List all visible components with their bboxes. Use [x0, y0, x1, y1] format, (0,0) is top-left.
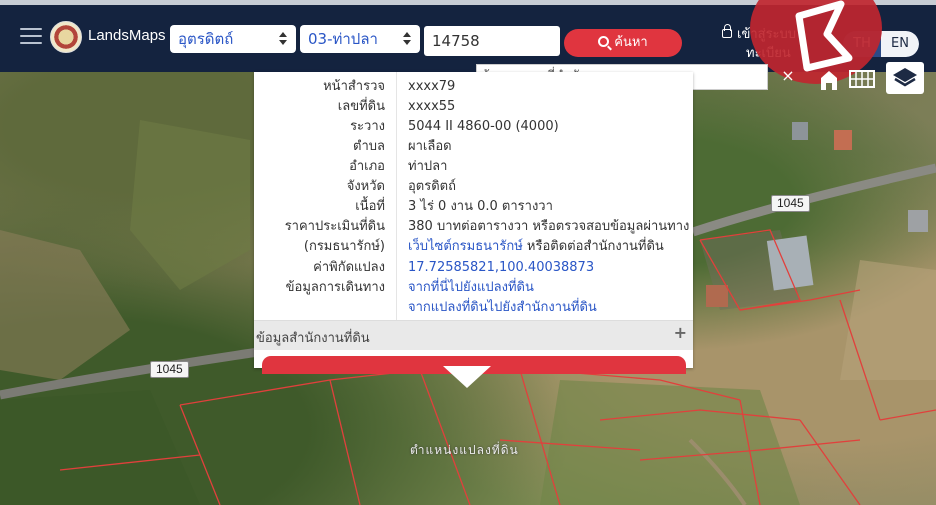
directions-to-parcel-link[interactable]: จากที่นี่ไปยังแปลงที่ดิน: [408, 278, 534, 298]
info-label: (กรมธนารักษ์): [303, 239, 385, 254]
hamburger-menu-icon[interactable]: [20, 28, 42, 46]
info-label: เนื้อที่: [355, 199, 385, 214]
info-row-coordinates: ค่าพิกัดแปลง 17.72585821,100.40038873: [254, 258, 693, 278]
info-row-district: อำเภอ ท่าปลา: [254, 157, 693, 177]
info-value-rest: หรือติดต่อสำนักงานที่ดิน: [522, 239, 664, 254]
info-row-travel-office: จากแปลงที่ดินไปยังสำนักงานที่ดิน: [254, 298, 693, 318]
info-row-appraisal-price: ราคาประเมินที่ดิน 380 บาทต่อตารางวา หรือ…: [254, 217, 693, 237]
info-row-map-sheet: ระวาง 5044 II 4860-00 (4000): [254, 117, 693, 137]
info-value: xxxx55: [408, 99, 456, 114]
info-label: ข้อมูลการเดินทาง: [285, 280, 385, 295]
land-office-section-toggle[interactable]: ข้อมูลสำนักงานที่ดิน +: [254, 320, 693, 350]
grid-overlay-icon[interactable]: [846, 64, 878, 94]
province-select[interactable]: อุตรดิตถ์: [170, 25, 296, 53]
info-value: ผาเลือด: [408, 139, 452, 154]
directions-to-office-link[interactable]: จากแปลงที่ดินไปยังสำนักงานที่ดิน: [408, 298, 597, 318]
info-value: ท่าปลา: [408, 159, 448, 174]
info-label: เลขที่ดิน: [337, 99, 385, 114]
lang-en-option[interactable]: EN: [881, 31, 919, 57]
info-row-survey-page: หน้าสำรวจ xxxx79: [254, 77, 693, 97]
search-button-label: ค้นหา: [614, 35, 648, 50]
department-seal-logo: [50, 21, 82, 53]
language-switch[interactable]: TH EN: [843, 31, 919, 57]
info-value: เว็บไซต์กรมธนารักษ์ หรือติดต่อสำนักงานที…: [408, 237, 664, 257]
info-label: ตำบล: [353, 139, 385, 154]
road-number-badge: 1045: [150, 361, 189, 378]
login-label: เข้าสู่ระบบ: [737, 27, 797, 42]
info-label: ราคาประเมินที่ดิน: [284, 219, 385, 234]
district-select-value: 03-ท่าปลา: [308, 30, 378, 48]
info-value: 380 บาทต่อตารางวา หรือตรวจสอบข้อมูลผ่านท…: [408, 219, 690, 234]
clear-search-icon[interactable]: ×: [778, 64, 798, 88]
info-row-subdistrict: ตำบล ผาเลือด: [254, 137, 693, 157]
search-button[interactable]: ค้นหา: [564, 29, 682, 57]
register-label: ทะเบียน: [746, 46, 791, 61]
info-row-area: เนื้อที่ 3 ไร่ 0 งาน 0.0 ตารางวา: [254, 197, 693, 217]
info-row-travel: ข้อมูลการเดินทาง จากที่นี่ไปยังแปลงที่ดิ…: [254, 278, 693, 298]
info-label: หน้าสำรวจ: [323, 79, 385, 94]
lock-icon: [722, 24, 732, 38]
expand-plus-icon[interactable]: +: [674, 323, 687, 342]
info-value: 5044 II 4860-00 (4000): [408, 119, 559, 134]
parcel-info-popup: หน้าสำรวจ xxxx79 เลขที่ดิน xxxx55 ระวาง …: [254, 72, 693, 374]
treasury-website-link[interactable]: เว็บไซต์กรมธนารักษ์: [408, 239, 523, 254]
road-number-badge: 1045: [771, 195, 810, 212]
district-select[interactable]: 03-ท่าปลา: [300, 25, 420, 53]
login-link[interactable]: เข้าสู่ระบบ ทะเบียน: [722, 24, 797, 63]
home-icon[interactable]: [813, 64, 845, 94]
deed-number-input[interactable]: 14758: [424, 26, 560, 56]
info-label: ค่าพิกัดแปลง: [313, 260, 385, 275]
select-caret-icon: [277, 31, 289, 47]
select-caret-icon: [401, 31, 413, 47]
info-value: 3 ไร่ 0 งาน 0.0 ตารางวา: [408, 199, 553, 214]
province-select-value: อุตรดิตถ์: [178, 30, 234, 48]
parcel-label: ตำแหน่งแปลงที่ดิน: [410, 443, 519, 457]
info-value: อุตรดิตถ์: [408, 179, 456, 194]
info-row-province: จังหวัด อุตรดิตถ์: [254, 177, 693, 197]
lang-th-option[interactable]: TH: [843, 31, 881, 57]
popup-pointer: [443, 366, 491, 388]
info-label: อำเภอ: [349, 159, 385, 174]
info-value: xxxx79: [408, 79, 456, 94]
info-row-treasury: (กรมธนารักษ์) เว็บไซต์กรมธนารักษ์ หรือติ…: [254, 237, 693, 257]
info-label: จังหวัด: [346, 179, 385, 194]
top-navbar: LandsMaps อุตรดิตถ์ 03-ท่าปลา 14758 ค้นห…: [0, 5, 936, 72]
info-label: ระวาง: [350, 119, 385, 134]
coordinates-link[interactable]: 17.72585821,100.40038873: [408, 258, 594, 278]
search-icon: [598, 36, 610, 47]
land-office-section-title: ข้อมูลสำนักงานที่ดิน: [256, 331, 370, 346]
brand-name: LandsMaps: [88, 27, 166, 44]
info-row-land-number: เลขที่ดิน xxxx55: [254, 97, 693, 117]
layers-icon[interactable]: [886, 62, 924, 94]
